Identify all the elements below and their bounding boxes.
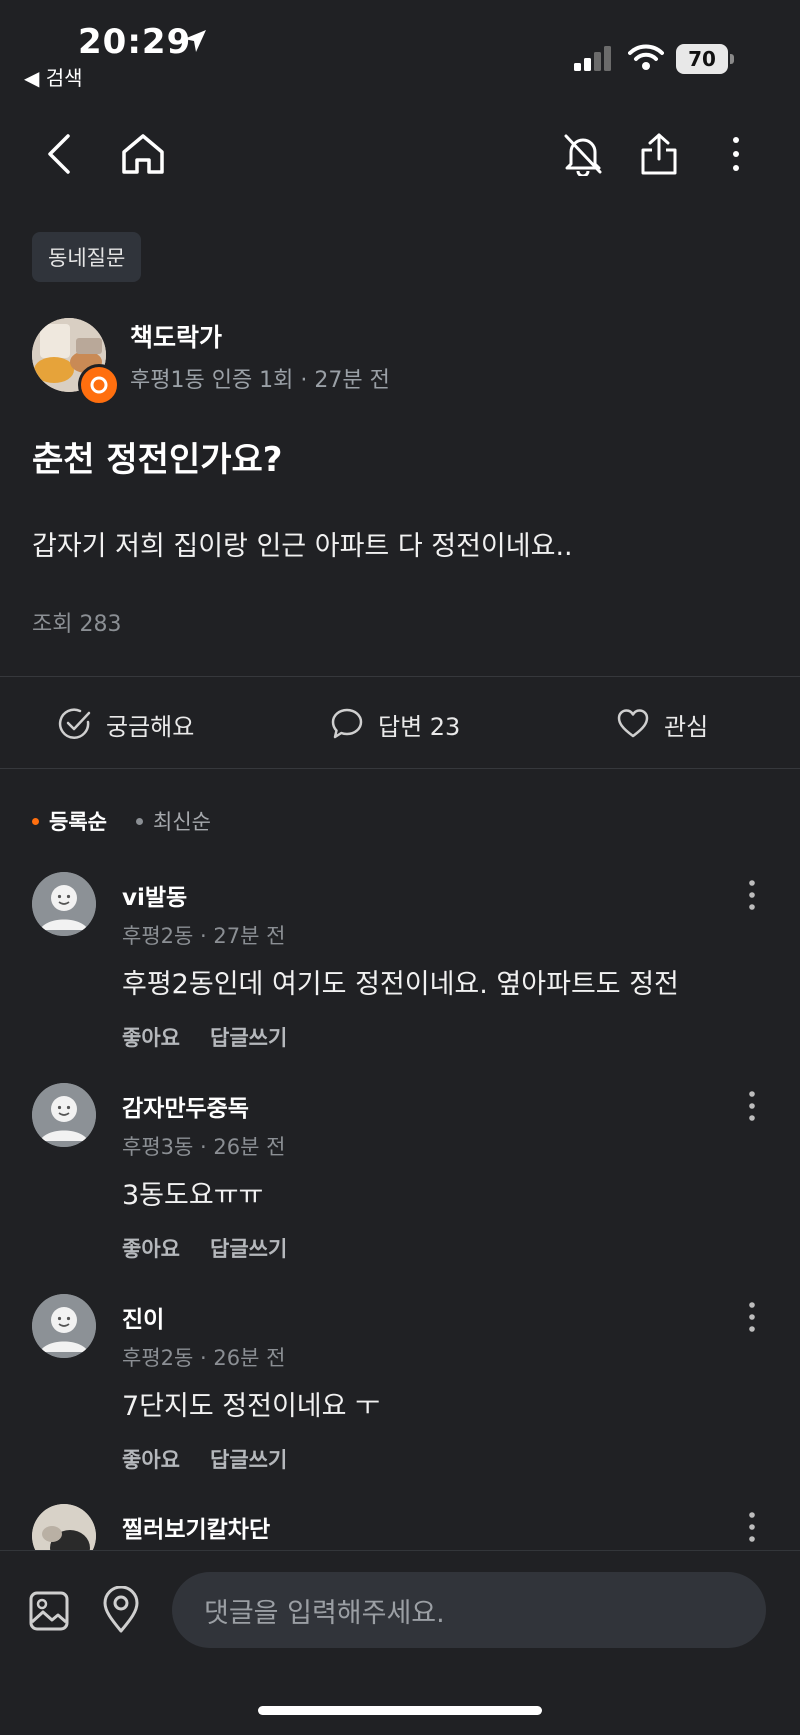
sort-latest[interactable]: 최신순: [136, 806, 211, 836]
comment-more-icon[interactable]: [744, 1300, 760, 1336]
post-title: 춘천 정전인가요?: [32, 440, 283, 480]
answers-button[interactable]: 답변 23: [330, 702, 460, 746]
comment-author[interactable]: 감자만두중독: [122, 1089, 249, 1123]
comment-author[interactable]: vi발동: [122, 878, 187, 912]
comment-input[interactable]: 댓글을 입력해주세요.: [172, 1572, 766, 1648]
author-name[interactable]: 책도락가: [130, 318, 222, 354]
view-count: 조회 283: [32, 612, 122, 637]
comment-text: 7단지도 정전이네요 ㅜ: [122, 1391, 380, 1422]
author-badge-icon: [78, 364, 120, 406]
location-pin-icon[interactable]: [100, 1586, 142, 1634]
inactive-dot: [136, 817, 143, 825]
speech-bubble-icon: [330, 707, 364, 741]
status-time: 20:29: [78, 22, 192, 62]
image-attach-icon[interactable]: [28, 1590, 70, 1632]
battery-cap: [730, 54, 734, 64]
interest-label: 관심: [664, 712, 709, 741]
comment-meta: 후평2동 · 26분 전: [122, 1346, 286, 1370]
back-to-search[interactable]: ◀ 검색: [24, 62, 83, 91]
comment-avatar[interactable]: [32, 1294, 96, 1358]
location-arrow-icon: [182, 28, 208, 54]
comment-author[interactable]: 찔러보기칼차단: [122, 1510, 270, 1544]
cellular-signal-icon: [574, 46, 614, 72]
battery-indicator: 70: [676, 44, 728, 74]
category-chip[interactable]: 동네질문: [32, 232, 142, 282]
comment-reply-button[interactable]: 답글쓰기: [210, 1444, 287, 1474]
sort-latest-label: 최신순: [153, 810, 211, 834]
divider: [0, 676, 800, 677]
sort-registered[interactable]: 등록순: [32, 806, 107, 836]
comment-more-icon[interactable]: [744, 1089, 760, 1125]
comment-meta: 후평3동 · 26분 전: [122, 1135, 286, 1159]
curious-label: 궁금해요: [106, 712, 195, 741]
answers-label: 답변 23: [378, 712, 461, 741]
comment-meta: 후평2동 · 27분 전: [122, 924, 286, 948]
post-body: 갑자기 저희 집이랑 인근 아파트 다 정전이네요..: [32, 531, 573, 562]
curious-button[interactable]: 궁금해요: [58, 702, 194, 746]
comment-reply-button[interactable]: 답글쓰기: [210, 1022, 287, 1052]
author-meta: 후평1동 인증 1회 · 27분 전: [130, 368, 390, 393]
comment-more-icon[interactable]: [744, 1510, 760, 1546]
comment-text: 3동도요ㅠㅠ: [122, 1180, 264, 1211]
comment-avatar[interactable]: [32, 872, 96, 936]
comment-more-icon[interactable]: [744, 878, 760, 914]
home-icon[interactable]: [120, 132, 166, 176]
share-icon[interactable]: [638, 132, 680, 176]
comment-like-button[interactable]: 좋아요: [122, 1444, 180, 1474]
back-chevron-icon[interactable]: [44, 132, 72, 176]
check-circle-icon: [58, 707, 92, 741]
sort-registered-label: 등록순: [49, 810, 107, 834]
comment-like-button[interactable]: 좋아요: [122, 1233, 180, 1263]
more-vertical-icon[interactable]: [728, 132, 744, 176]
divider: [0, 768, 800, 769]
interest-button[interactable]: 관심: [616, 702, 708, 746]
comment-author[interactable]: 진이: [122, 1300, 164, 1334]
comment-avatar[interactable]: [32, 1083, 96, 1147]
active-dot: [32, 817, 39, 825]
home-indicator: [258, 1706, 542, 1715]
heart-icon: [616, 707, 650, 741]
comment-like-button[interactable]: 좋아요: [122, 1022, 180, 1052]
comment-reply-button[interactable]: 답글쓰기: [210, 1233, 287, 1263]
comment-text: 후평2동인데 여기도 정전이네요. 옆아파트도 정전: [122, 969, 679, 1000]
wifi-icon: [628, 44, 664, 72]
notification-off-icon[interactable]: [562, 132, 604, 176]
